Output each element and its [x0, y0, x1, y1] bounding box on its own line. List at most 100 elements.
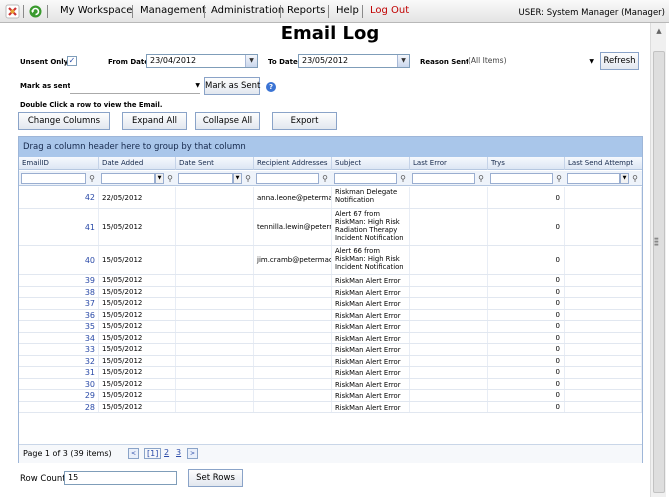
cell-emailid: 36 — [19, 309, 99, 320]
dropdown-arrow-icon[interactable]: ▼ — [195, 82, 200, 89]
cell-recipient: anna.leone@petermac. — [254, 187, 332, 208]
table-row[interactable]: 41 15/05/2012 tennilla.lewin@peterma Alert … — [19, 209, 642, 246]
filter-input-subject[interactable] — [334, 173, 397, 184]
mark-as-sent-button[interactable]: Mark as Sent — [204, 77, 260, 95]
dropdown-arrow-icon[interactable]: ▼ — [233, 173, 242, 184]
filter-icon[interactable]: ⚲ — [554, 173, 564, 184]
set-rows-button[interactable]: Set Rows — [188, 469, 243, 487]
cell-trys: 0 — [488, 275, 565, 286]
filter-cell: ⚲ — [21, 173, 98, 184]
cell-emailid: 31 — [19, 367, 99, 378]
pager-page-3[interactable]: 3 — [176, 448, 181, 457]
nav-separator — [132, 5, 133, 18]
to-date-picker[interactable]: 23/05/2012 ▼ — [298, 54, 410, 68]
table-row[interactable]: 35 15/05/2012 RiskMan Alert Error 0 — [19, 321, 642, 333]
filter-input-emailid[interactable] — [21, 173, 86, 184]
table-row[interactable]: 28 15/05/2012 RiskMan Alert Error 0 — [19, 401, 642, 413]
from-date-picker[interactable]: 23/04/2012 ▼ — [146, 54, 258, 68]
refresh-button[interactable]: Refresh — [600, 52, 639, 70]
nav-separator — [204, 5, 205, 18]
filter-input-last-send-attempt[interactable] — [567, 173, 620, 184]
table-row[interactable]: 37 15/05/2012 RiskMan Alert Error 0 — [19, 298, 642, 310]
row-count-input[interactable]: 15 — [64, 471, 177, 485]
pager-prev-button[interactable]: < — [128, 448, 139, 459]
change-columns-button[interactable]: Change Columns — [18, 112, 110, 130]
table-row[interactable]: 32 15/05/2012 RiskMan Alert Error 0 — [19, 355, 642, 367]
filter-input-trys[interactable] — [490, 173, 553, 184]
dropdown-arrow-icon[interactable]: ▼ — [155, 173, 164, 184]
column-header-subject[interactable]: Subject — [332, 157, 410, 170]
scrollbar-thumb[interactable] — [653, 51, 665, 493]
dropdown-arrow-icon[interactable]: ▼ — [589, 58, 594, 65]
column-header-emailid[interactable]: EmailID — [19, 157, 99, 170]
cell-emailid: 29 — [19, 390, 99, 401]
filter-icon[interactable]: ⚲ — [87, 173, 97, 184]
filter-icon[interactable]: ⚲ — [630, 173, 640, 184]
column-header-last-send-attempt[interactable]: Last Send Attempt — [565, 157, 642, 170]
cell-subject: RiskMan Alert Error — [332, 378, 410, 389]
cell-subject: RiskMan Alert Error — [332, 367, 410, 378]
table-row[interactable]: 30 15/05/2012 RiskMan Alert Error 0 — [19, 378, 642, 390]
filter-icon[interactable]: ⚲ — [165, 173, 175, 184]
filter-icon[interactable]: ⚲ — [398, 173, 408, 184]
table-row[interactable]: 38 15/05/2012 RiskMan Alert Error 0 — [19, 286, 642, 298]
table-row[interactable]: 33 15/05/2012 RiskMan Alert Error 0 — [19, 344, 642, 356]
cell-emailid: 33 — [19, 344, 99, 355]
pager-page-2[interactable]: 2 — [164, 448, 169, 457]
mark-as-sent-select[interactable]: ▼ — [70, 80, 200, 94]
expand-all-button[interactable]: Expand All — [122, 112, 187, 130]
table-row[interactable]: 36 15/05/2012 RiskMan Alert Error 0 — [19, 309, 642, 321]
dropdown-arrow-icon[interactable]: ▼ — [620, 173, 629, 184]
nav-log-out[interactable]: Log Out — [370, 5, 409, 16]
unsent-only-checkbox[interactable]: ✓ — [67, 56, 77, 66]
table-row[interactable]: 29 15/05/2012 RiskMan Alert Error 0 — [19, 390, 642, 402]
table-row[interactable]: 39 15/05/2012 RiskMan Alert Error 0 — [19, 275, 642, 287]
cell-date-added: 15/05/2012 — [99, 309, 176, 320]
cell-last-error — [410, 246, 488, 274]
pager-next-button[interactable]: > — [187, 448, 198, 459]
cell-date-sent — [176, 321, 254, 332]
nav-reports[interactable]: Reports — [287, 5, 325, 16]
nav-my-workspace[interactable]: My Workspace — [60, 5, 132, 16]
filter-cell: ⚲ — [490, 173, 564, 184]
row-count-label: Row Count — [20, 474, 66, 484]
filter-icon[interactable]: ⚲ — [476, 173, 486, 184]
pager-page-1[interactable]: [1] — [144, 448, 162, 459]
cell-trys: 0 — [488, 390, 565, 401]
column-header-last-error[interactable]: Last Error — [410, 157, 488, 170]
nav-management[interactable]: Management — [140, 5, 206, 16]
help-icon[interactable]: ? — [266, 82, 276, 92]
export-button[interactable]: Export — [272, 112, 337, 130]
filter-icon[interactable]: ⚲ — [243, 173, 253, 184]
column-header-date-sent[interactable]: Date Sent — [176, 157, 254, 170]
dropdown-arrow-icon[interactable]: ▼ — [245, 55, 257, 67]
nav-help[interactable]: Help — [336, 5, 359, 16]
cell-last-send-attempt — [565, 344, 642, 355]
filter-input-date-added[interactable] — [101, 173, 155, 184]
riskman-logo-icon[interactable] — [5, 4, 20, 19]
reason-sent-select[interactable]: (All Items) ▼ — [468, 56, 594, 70]
refresh-icon[interactable] — [28, 4, 43, 19]
table-row[interactable]: 34 15/05/2012 RiskMan Alert Error 0 — [19, 332, 642, 344]
collapse-all-button[interactable]: Collapse All — [195, 112, 260, 130]
cell-date-sent — [176, 344, 254, 355]
cell-last-send-attempt — [565, 321, 642, 332]
filter-input-last-error[interactable] — [412, 173, 475, 184]
email-log-grid: Drag a column header here to group by th… — [18, 136, 643, 463]
cell-recipient — [254, 378, 332, 389]
vertical-scrollbar[interactable]: ▲ ▬ ▬ ▬ — [650, 23, 666, 497]
filter-icon[interactable]: ⚲ — [320, 173, 330, 184]
table-row[interactable]: 42 22/05/2012 anna.leone@petermac. Riskman … — [19, 187, 642, 209]
table-row[interactable]: 31 15/05/2012 RiskMan Alert Error 0 — [19, 367, 642, 379]
table-row[interactable]: 40 15/05/2012 jim.cramb@petermac.c Alert 66… — [19, 246, 642, 275]
dropdown-arrow-icon[interactable]: ▼ — [397, 55, 409, 67]
filter-input-recipient[interactable] — [256, 173, 319, 184]
scroll-up-arrow-icon[interactable]: ▲ — [653, 25, 665, 37]
filter-input-date-sent[interactable] — [178, 173, 233, 184]
group-by-panel[interactable]: Drag a column header here to group by th… — [19, 137, 642, 157]
column-header-date-added[interactable]: Date Added — [99, 157, 176, 170]
cell-subject: RiskMan Alert Error — [332, 401, 410, 412]
nav-administration[interactable]: Administration — [211, 5, 284, 16]
column-header-trys[interactable]: Trys — [488, 157, 565, 170]
column-header-recipient-addresses[interactable]: Recipient Addresses — [254, 157, 332, 170]
